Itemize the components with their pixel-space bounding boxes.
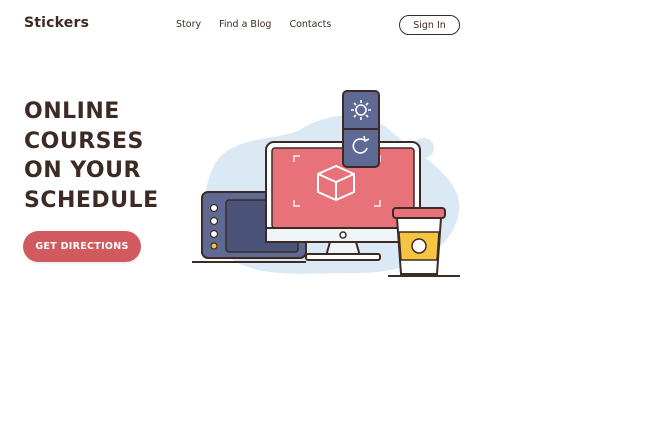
main-nav: Story Find a Blog Contacts [176,19,331,30]
coffee-cup [392,207,446,275]
hero-title-line: ONLINE [24,99,120,124]
nav-link-contacts[interactable]: Contacts [289,19,331,30]
nav-link-find-a-blog[interactable]: Find a Blog [219,19,271,30]
hero-title-line: ON YOUR [24,158,141,183]
nav-link-story[interactable]: Story [176,19,201,30]
hero-title: ONLINE COURSES ON YOUR SCHEDULE [24,97,194,215]
get-directions-button[interactable]: GET DIRECTIONS [23,231,141,262]
hero-illustration [192,90,460,277]
brand-logo[interactable]: Stickers [24,15,89,31]
hero-title-line: SCHEDULE [24,187,159,213]
hero-title-line: COURSES [24,128,144,154]
header: Stickers Story Find a Blog Contacts Sign… [0,0,648,52]
sign-in-button[interactable]: Sign In [399,15,460,35]
